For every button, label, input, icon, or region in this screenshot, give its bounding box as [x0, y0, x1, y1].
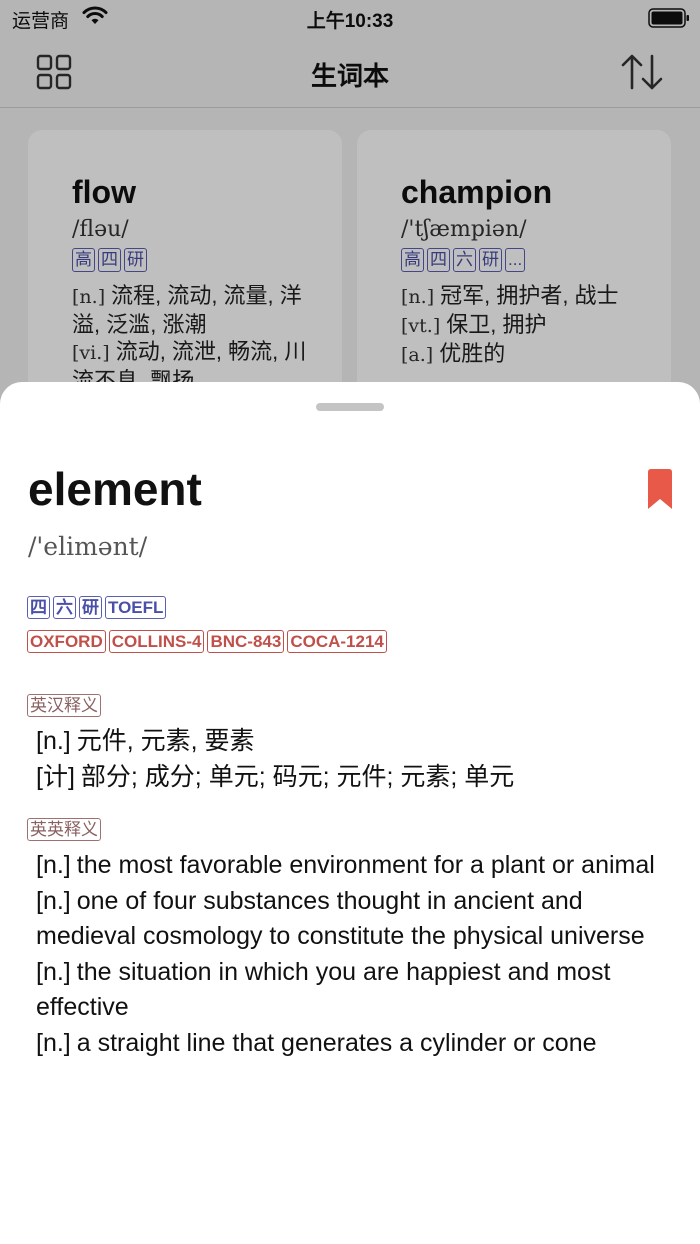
cn-definitions-label: 英汉释义 — [27, 694, 101, 717]
sheet-grabber[interactable] — [316, 403, 384, 411]
definition-text: 部分; 成分; 单元; 码元; 元件; 元素; 单元 — [80, 762, 515, 791]
exam-tag: TOEFL — [105, 596, 167, 619]
corpus-tag: OXFORD — [27, 630, 106, 653]
definition-line: [计] 部分; 成分; 单元; 码元; 元件; 元素; 单元 — [36, 760, 676, 796]
exam-tag: 四 — [27, 596, 50, 619]
corpus-tag: COLLINS-4 — [108, 630, 205, 653]
detail-phonetic: /'elimənt/ — [28, 532, 148, 561]
detail-word: element — [28, 463, 202, 515]
en-definitions: [n.] the most favorable environment for a… — [36, 848, 676, 1061]
pos-label: [n.] — [36, 1028, 71, 1057]
pos-label: [n.] — [36, 727, 71, 755]
en-definitions-label: 英英释义 — [27, 818, 101, 841]
exam-tag: 研 — [79, 596, 102, 619]
definition-line: [n.] one of four substances thought in an… — [36, 884, 676, 955]
cn-definitions: [n.] 元件, 元素, 要素 [计] 部分; 成分; 单元; 码元; 元件; 元素… — [36, 724, 676, 795]
definition-text: 元件, 元素, 要素 — [76, 727, 255, 755]
corpus-tags: OXFORD COLLINS-4 BNC-843 COCA-1214 — [27, 630, 387, 653]
definition-text: one of four substances thought in ancien… — [36, 886, 645, 951]
exam-tags: 四 六 研 TOEFL — [27, 596, 167, 619]
definition-text: the situation in which you are happiest … — [36, 957, 611, 1022]
corpus-tag: COCA-1214 — [287, 630, 387, 653]
pos-label: [n.] — [36, 886, 71, 915]
pos-label: [n.] — [36, 851, 71, 879]
word-detail-sheet: element /'elimənt/ 四 六 研 TOEFL OXFORD CO… — [0, 382, 700, 1244]
corpus-tag: BNC-843 — [207, 630, 285, 653]
definition-text: a straight line that generates a cylinde… — [76, 1028, 597, 1057]
definition-line: [n.] the situation in which you are happi… — [36, 955, 676, 1026]
definition-line: [n.] the most favorable environment for a… — [36, 848, 676, 884]
definition-text: the most favorable environment for a pla… — [76, 851, 655, 879]
pos-label: [n.] — [36, 957, 71, 986]
bookmark-icon[interactable] — [646, 468, 674, 510]
definition-line: [n.] a straight line that generates a cyl… — [36, 1026, 676, 1062]
exam-tag: 六 — [53, 596, 76, 619]
pos-label: [计] — [36, 762, 75, 791]
definition-line: [n.] 元件, 元素, 要素 — [36, 724, 676, 760]
